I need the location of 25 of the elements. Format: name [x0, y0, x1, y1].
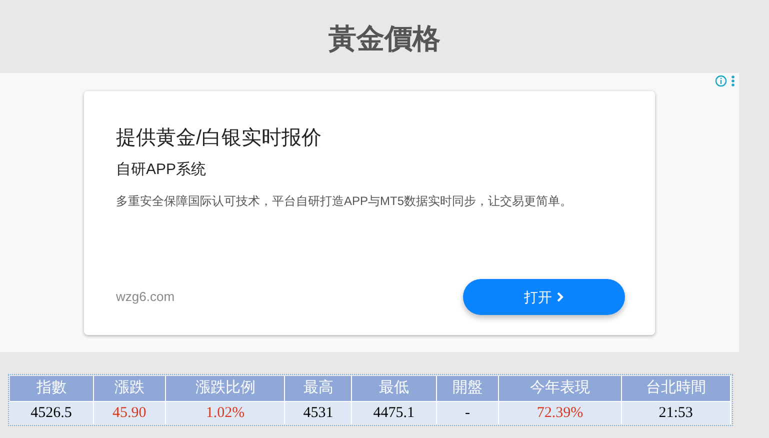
- ad-headline: 提供黄金/白银实时报价: [116, 126, 323, 151]
- chevron-right-icon: [556, 292, 564, 302]
- column-header: 今年表現: [499, 376, 622, 401]
- column-header: 漲跌比例: [166, 376, 286, 401]
- ad-description: 多重安全保障国际认可技术，平台自研打造APP与MT5数据实时同步，让交易更简单。: [116, 192, 574, 210]
- column-header: 漲跌: [94, 376, 166, 401]
- column-header: 台北時間: [622, 376, 731, 401]
- table-cell: 1.02%: [166, 401, 286, 424]
- page-title: 黃金價格: [328, 20, 440, 56]
- column-header: 指數: [10, 376, 94, 401]
- table-cell: 21:53: [622, 401, 731, 424]
- table-cell: -: [436, 401, 500, 424]
- more-icon[interactable]: [731, 75, 735, 87]
- table-cell: 72.39%: [499, 401, 622, 424]
- table-cell: 4526.5: [10, 401, 94, 424]
- column-header: 開盤: [436, 376, 500, 401]
- column-header: 最低: [352, 376, 437, 401]
- ad-domain: wzg6.com: [116, 288, 175, 306]
- info-icon[interactable]: [715, 75, 727, 87]
- table-cell: 4475.1: [352, 401, 437, 424]
- table-cell: 45.90: [94, 401, 166, 424]
- column-header: 最高: [285, 376, 352, 401]
- ad-subtitle: 自研APP系统: [116, 160, 208, 180]
- table-cell: 4531: [285, 401, 352, 424]
- open-button[interactable]: 打开: [463, 279, 625, 315]
